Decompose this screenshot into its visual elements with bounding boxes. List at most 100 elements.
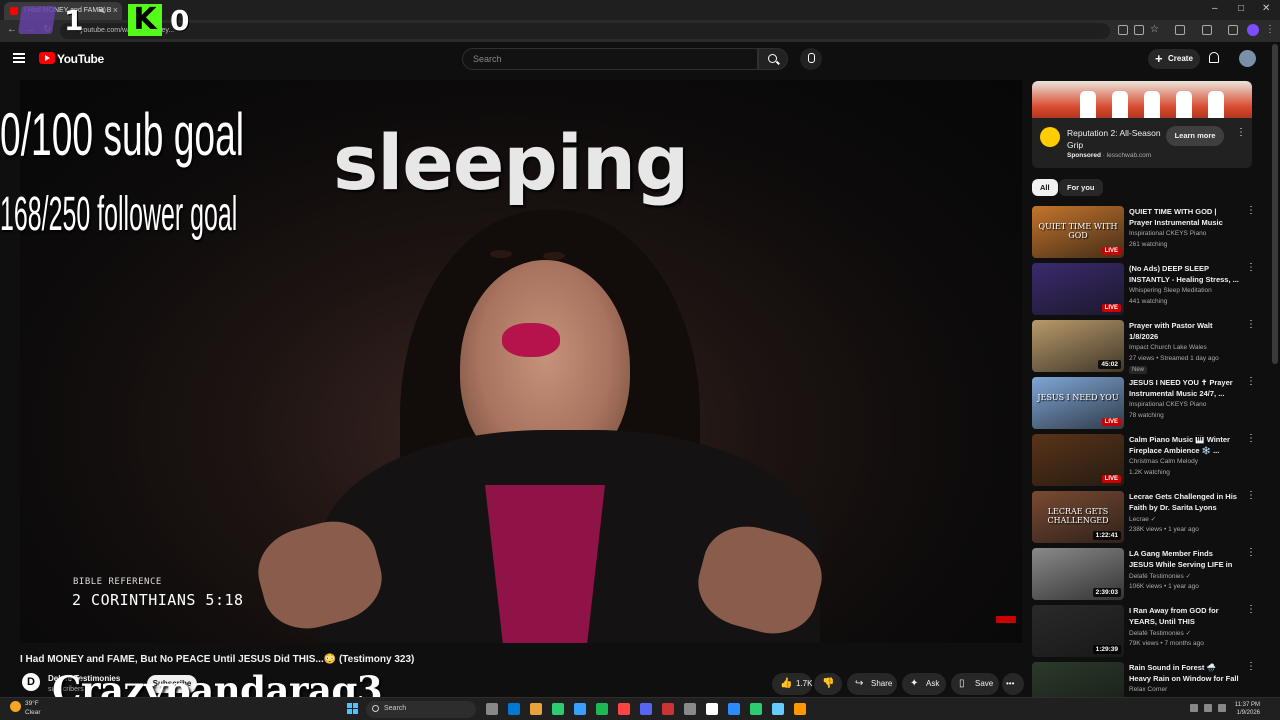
taskbar-app-icon[interactable] xyxy=(706,703,718,715)
recommendation-more-icon[interactable]: ⋮ xyxy=(1246,263,1256,273)
search-input[interactable]: Search xyxy=(462,48,758,70)
zoom-icon[interactable] xyxy=(1134,25,1144,35)
taskbar-app-icon[interactable] xyxy=(750,703,762,715)
more-actions-button[interactable]: ••• xyxy=(1002,673,1024,695)
taskbar-app-icon[interactable] xyxy=(772,703,784,715)
recommendation-channel[interactable]: Delafé Testimonies ✓ xyxy=(1129,572,1191,580)
close-tab-icon[interactable]: × xyxy=(113,5,118,15)
url-field[interactable]: youtube.com/watch?v=...bey... xyxy=(60,23,1110,39)
speaker-icon[interactable]: ◀) xyxy=(98,6,106,14)
recommendation-item[interactable]: LIVE (No Ads) DEEP SLEEP INSTANTLY - Heal… xyxy=(1032,263,1257,315)
recommendation-more-icon[interactable]: ⋮ xyxy=(1246,605,1256,615)
user-avatar[interactable] xyxy=(1239,50,1256,67)
ad-banner-image[interactable] xyxy=(1032,81,1252,118)
notifications-bell-icon[interactable] xyxy=(1209,52,1219,63)
save-button[interactable]: ▯ Save xyxy=(951,673,999,695)
taskbar-app-icon[interactable] xyxy=(596,703,608,715)
taskbar-app-icon[interactable] xyxy=(662,703,674,715)
ad-title[interactable]: Reputation 2: All-Season Grip xyxy=(1067,127,1167,151)
search-button[interactable] xyxy=(758,48,788,70)
recommendation-thumbnail[interactable]: LIVE xyxy=(1032,434,1124,486)
taskbar-app-icon[interactable] xyxy=(530,703,542,715)
recommendation-channel[interactable]: Impact Church Lake Wales xyxy=(1129,344,1207,351)
recommendation-item[interactable]: LECRAE GETS CHALLENGED 1:22:41 Lecrae Gets… xyxy=(1032,491,1257,543)
recommendation-item[interactable]: QUIET TIME WITH GOD LIVE QUIET TIME WITH G… xyxy=(1032,206,1257,258)
channel-avatar[interactable]: D xyxy=(22,673,40,691)
recommendation-title[interactable]: Rain Sound in Forest 🌧️ Heavy Rain on Wi… xyxy=(1129,662,1239,684)
bookmark-star-icon[interactable]: ☆ xyxy=(1150,24,1159,35)
taskbar-app-icon[interactable] xyxy=(486,703,498,715)
recommendation-title[interactable]: JESUS I NEED YOU ✝ Prayer Instrumental M… xyxy=(1129,377,1239,399)
windows-start-icon[interactable] xyxy=(347,703,359,715)
chip-for-you[interactable]: For you xyxy=(1059,179,1103,196)
like-button[interactable]: 👍 1.7K xyxy=(772,673,812,695)
weather-icon[interactable] xyxy=(10,701,21,712)
close-window-button[interactable]: ✕ xyxy=(1262,3,1270,14)
wifi-icon[interactable] xyxy=(1190,704,1198,712)
recommendation-item[interactable]: 45:02 Prayer with Pastor Walt 1/8/2026 Imp… xyxy=(1032,320,1257,374)
dislike-button[interactable]: 👎 xyxy=(814,673,842,695)
taskbar-app-icon[interactable] xyxy=(618,703,630,715)
taskbar-clock[interactable]: 11:37 PM 1/9/2026 xyxy=(1230,701,1260,717)
recommendation-channel[interactable]: Inspirational CKEYS Piano xyxy=(1129,230,1206,237)
menu-icon[interactable] xyxy=(13,53,25,63)
recommendation-thumbnail[interactable]: 2:39:03 xyxy=(1032,548,1124,600)
recommendation-thumbnail[interactable]: 45:02 xyxy=(1032,320,1124,372)
battery-icon[interactable] xyxy=(1218,704,1226,712)
recommendation-more-icon[interactable]: ⋮ xyxy=(1246,491,1256,501)
recommendation-item[interactable]: JESUS I NEED YOU LIVE JESUS I NEED YOU ✝ P… xyxy=(1032,377,1257,429)
extensions-icon[interactable] xyxy=(1175,25,1185,35)
taskbar-app-icon[interactable] xyxy=(794,703,806,715)
recommendation-title[interactable]: QUIET TIME WITH GOD | Prayer Instrumenta… xyxy=(1129,206,1239,228)
recommendation-channel[interactable]: Christmas Calm Melody xyxy=(1129,458,1198,465)
taskbar-app-icon[interactable] xyxy=(728,703,740,715)
youtube-logo-text[interactable]: YouTube xyxy=(57,52,104,66)
volume-icon[interactable] xyxy=(1204,704,1212,712)
create-button[interactable]: + Create xyxy=(1148,49,1200,69)
recommendation-more-icon[interactable]: ⋮ xyxy=(1246,662,1256,672)
minimize-button[interactable]: – xyxy=(1212,3,1218,14)
maximize-button[interactable]: □ xyxy=(1238,3,1244,14)
recommendation-item[interactable]: 1:29:39 I Ran Away from GOD for YEARS, Un… xyxy=(1032,605,1257,657)
recommendation-channel[interactable]: Inspirational CKEYS Piano xyxy=(1129,401,1206,408)
recommendation-item[interactable]: 2:39:03 LA Gang Member Finds JESUS While … xyxy=(1032,548,1257,600)
youtube-logo-icon[interactable] xyxy=(39,52,55,64)
recommendation-thumbnail[interactable]: QUIET TIME WITH GOD LIVE xyxy=(1032,206,1124,258)
taskbar-app-icon[interactable] xyxy=(552,703,564,715)
ask-button[interactable]: ✦ Ask xyxy=(902,673,946,695)
recommendation-title[interactable]: LA Gang Member Finds JESUS While Serving… xyxy=(1129,548,1239,570)
taskbar-app-icon[interactable] xyxy=(640,703,652,715)
recommendation-title[interactable]: Prayer with Pastor Walt 1/8/2026 xyxy=(1129,320,1239,342)
taskbar-app-icon[interactable] xyxy=(684,703,696,715)
weather-temperature[interactable]: 39°F xyxy=(25,700,39,707)
chip-all[interactable]: All xyxy=(1032,179,1058,196)
recommendation-title[interactable]: (No Ads) DEEP SLEEP INSTANTLY - Healing … xyxy=(1129,263,1239,285)
recommendation-channel[interactable]: Relax Corner xyxy=(1129,686,1167,693)
ad-more-icon[interactable]: ⋮ xyxy=(1236,128,1246,138)
recommendation-title[interactable]: Calm Piano Music 🎹 Winter Fireplace Ambi… xyxy=(1129,434,1239,456)
recommendation-more-icon[interactable]: ⋮ xyxy=(1246,320,1256,330)
browser-menu-icon[interactable]: ⋮ xyxy=(1265,24,1275,35)
recommendation-channel[interactable]: Whispering Sleep Meditation xyxy=(1129,287,1212,294)
voice-search-mic-icon[interactable] xyxy=(800,48,822,70)
share-button[interactable]: ↪ Share xyxy=(847,673,897,695)
taskbar-app-icon[interactable] xyxy=(508,703,520,715)
recommendation-title[interactable]: Lecrae Gets Challenged in His Faith by D… xyxy=(1129,491,1239,513)
recommendation-more-icon[interactable]: ⋮ xyxy=(1246,206,1256,216)
page-scrollbar[interactable] xyxy=(1272,44,1278,364)
learn-more-button[interactable]: Learn more xyxy=(1166,126,1224,146)
back-arrow-icon[interactable]: ← xyxy=(7,24,17,35)
cast-icon[interactable] xyxy=(1118,25,1128,35)
recommendation-more-icon[interactable]: ⋮ xyxy=(1246,548,1256,558)
sidepanel-icon[interactable] xyxy=(1202,25,1212,35)
download-icon[interactable] xyxy=(1228,25,1238,35)
recommendation-channel[interactable]: Delafé Testimonies ✓ xyxy=(1129,629,1191,637)
recommendation-more-icon[interactable]: ⋮ xyxy=(1246,377,1256,387)
recommendation-thumbnail[interactable]: JESUS I NEED YOU LIVE xyxy=(1032,377,1124,429)
recommendation-more-icon[interactable]: ⋮ xyxy=(1246,434,1256,444)
recommendation-channel[interactable]: Lecrae ✓ xyxy=(1129,515,1156,523)
taskbar-search-input[interactable]: Search xyxy=(366,701,476,718)
weather-condition[interactable]: Clear xyxy=(25,709,41,716)
browser-profile-avatar[interactable] xyxy=(1247,24,1259,36)
recommendation-thumbnail[interactable]: LECRAE GETS CHALLENGED 1:22:41 xyxy=(1032,491,1124,543)
